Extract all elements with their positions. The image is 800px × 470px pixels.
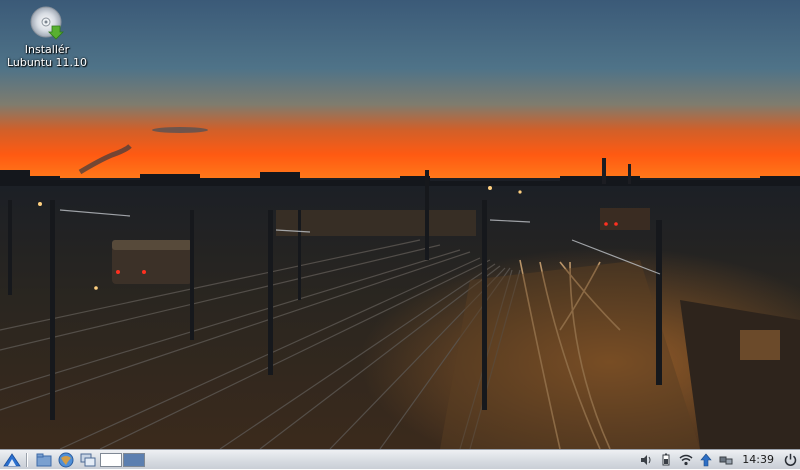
network-manager-icon <box>719 456 733 464</box>
desktop-wallpaper <box>0 0 800 449</box>
desktop-icon-label-line2: Lubuntu 11.10 <box>6 56 88 69</box>
workspace-1[interactable] <box>100 452 122 467</box>
clock[interactable]: 14:39 <box>742 453 774 466</box>
power-button[interactable] <box>783 453 797 467</box>
update-icon <box>700 453 712 466</box>
power-icon <box>784 453 796 466</box>
panel-separator <box>26 452 28 467</box>
bottom-panel: 14:39 <box>0 449 800 469</box>
web-browser-launcher[interactable] <box>56 451 76 469</box>
desktop-icon-installer[interactable]: Installér Lubuntu 11.10 <box>4 6 90 69</box>
network-icon <box>679 454 693 465</box>
battery-icon <box>662 453 670 466</box>
main-menu-button[interactable] <box>2 451 22 469</box>
file-manager-icon <box>36 453 52 466</box>
desktop-icon-label-line1: Installér <box>24 43 70 56</box>
volume-icon <box>641 454 651 465</box>
network-manager-button[interactable] <box>719 453 733 467</box>
show-desktop-button[interactable] <box>78 451 98 469</box>
file-manager-launcher[interactable] <box>34 451 54 469</box>
volume-button[interactable] <box>639 453 653 467</box>
web-browser-icon <box>58 452 74 467</box>
network-button[interactable] <box>679 453 693 467</box>
taskbar[interactable] <box>145 451 636 469</box>
cd-installer-icon <box>30 6 64 40</box>
battery-button[interactable] <box>659 453 673 467</box>
workspace-2[interactable] <box>123 452 145 467</box>
lubuntu-logo-icon <box>3 452 21 466</box>
system-tray: 14:39 <box>636 450 800 470</box>
workspace-pager[interactable] <box>100 452 145 467</box>
update-button[interactable] <box>699 453 713 467</box>
show-desktop-icon <box>80 453 96 466</box>
